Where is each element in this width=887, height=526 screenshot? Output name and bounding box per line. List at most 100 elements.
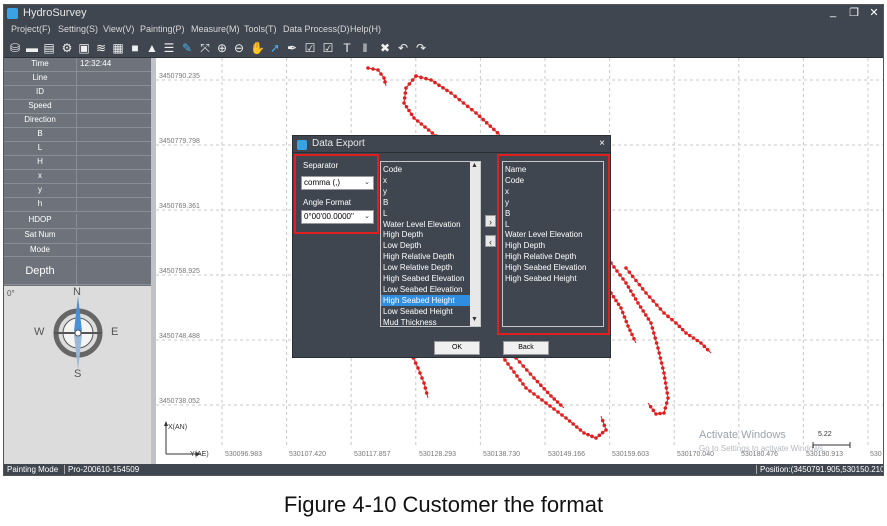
close-button[interactable]: ✕ xyxy=(866,6,882,19)
menu-view[interactable]: View(V) xyxy=(103,24,134,34)
available-field-item[interactable]: y xyxy=(383,186,387,197)
database-icon[interactable]: ▤ xyxy=(42,41,56,55)
available-field-item[interactable]: High Depth xyxy=(383,229,423,240)
menu-data-process[interactable]: Data Process(D) xyxy=(283,24,350,34)
field-value xyxy=(76,184,151,197)
usb-icon[interactable]: ⛁ xyxy=(8,41,22,55)
wave-icon[interactable]: ≋ xyxy=(94,41,108,55)
delete-icon[interactable]: ✖ xyxy=(378,41,392,55)
redo-icon[interactable]: ↷ xyxy=(414,41,428,55)
measure-icon[interactable]: ✒ xyxy=(285,41,299,55)
menu-project[interactable]: Project(F) xyxy=(11,24,51,34)
scroll-up-icon[interactable]: ▲ xyxy=(471,162,478,169)
available-field-item[interactable]: x xyxy=(383,175,387,186)
ship-icon[interactable]: ▲ xyxy=(145,41,159,55)
edit-icon[interactable]: ✎ xyxy=(180,41,194,55)
y-tick: 3450758.925 xyxy=(159,268,200,275)
available-field-item[interactable]: Code xyxy=(383,164,402,175)
menu-setting[interactable]: Setting(S) xyxy=(58,24,98,34)
compass-west: W xyxy=(34,326,45,338)
x-tick: 530159.603 xyxy=(612,451,649,458)
restore-button[interactable]: ❐ xyxy=(846,6,862,19)
available-field-item[interactable]: High Seabed Elevation xyxy=(383,273,464,284)
chart-icon[interactable]: ▣ xyxy=(77,41,91,55)
back-button[interactable]: Back xyxy=(503,341,549,355)
pointer-icon[interactable]: ➚ xyxy=(268,41,282,55)
available-field-item[interactable]: Water Level Elevation xyxy=(383,219,461,230)
checklist-icon[interactable]: ☑ xyxy=(321,41,335,55)
compass-north: N xyxy=(73,286,81,298)
field-label: B xyxy=(37,129,43,138)
x-tick: 530149.166 xyxy=(548,451,585,458)
available-field-item[interactable]: Low Relative Depth xyxy=(383,262,452,273)
available-field-item[interactable]: L xyxy=(383,208,387,219)
barcode-icon[interactable]: ‖ xyxy=(358,41,372,55)
y-tick: 3450779.798 xyxy=(159,138,200,145)
text-icon[interactable]: T xyxy=(340,41,354,55)
depth-label: Depth xyxy=(25,265,55,277)
menu-help[interactable]: Help(H) xyxy=(350,24,381,34)
available-field-item[interactable]: Low Seabed Elevation xyxy=(383,284,463,295)
available-field-item[interactable]: High Seabed Height xyxy=(381,294,473,306)
folder-open-icon[interactable]: ▬ xyxy=(25,41,39,55)
zoom-out-icon[interactable]: ⊖ xyxy=(232,41,246,55)
available-field-item[interactable]: Mud Thickness xyxy=(383,317,437,326)
field-row-speed: Speed xyxy=(4,100,151,114)
field-label: HDOP xyxy=(28,215,52,224)
x-tick: 530096.983 xyxy=(225,451,262,458)
compass-east: E xyxy=(111,326,119,338)
info-sidebar: Time 12:32:44 Line ID Speed Direction B L… xyxy=(4,58,151,464)
x-tick: 530138.730 xyxy=(483,451,520,458)
available-field-item[interactable]: High Relative Depth xyxy=(383,251,454,262)
available-field-item[interactable]: B xyxy=(383,197,388,208)
field-row-sat-num: Sat Num xyxy=(4,229,151,244)
dialog-close-button[interactable]: × xyxy=(599,138,605,149)
zoom-in-icon[interactable]: ⊕ xyxy=(215,41,229,55)
fit-extent-icon[interactable]: ⤧ xyxy=(198,41,212,55)
field-row-x: x xyxy=(4,170,151,184)
available-field-item[interactable]: Low Seabed Height xyxy=(383,306,453,317)
field-value xyxy=(76,128,151,141)
list-icon[interactable]: ☰ xyxy=(162,41,176,55)
scroll-down-icon[interactable]: ▼ xyxy=(471,316,478,323)
camera-icon[interactable]: ■ xyxy=(128,41,142,55)
add-field-button[interactable]: › xyxy=(485,215,496,227)
status-bar: Painting Mode Pro-200610-154509 Position… xyxy=(4,464,883,475)
status-project: Pro-200610-154509 xyxy=(64,465,139,474)
menu-measure[interactable]: Measure(M) xyxy=(191,24,240,34)
field-label: L xyxy=(37,143,43,152)
field-row-b: B xyxy=(4,128,151,142)
field-row-mode: Mode xyxy=(4,244,151,257)
menu-painting[interactable]: Painting(P) xyxy=(140,24,185,34)
data-export-dialog: Data Export × Separator comma (,) ⌄ Angl… xyxy=(292,135,611,358)
available-fields-list[interactable]: Code x y B L Water Level Elevation High Depth L… xyxy=(380,161,481,327)
available-field-item[interactable]: Low Depth xyxy=(383,240,421,251)
pan-hand-icon[interactable]: ✋ xyxy=(250,41,265,55)
status-mode: Painting Mode xyxy=(7,465,59,474)
toolbar: ⛁ ▬ ▤ ⚙ ▣ ≋ ▦ ■ ▲ ☰ ✎ ⤧ ⊕ ⊖ ✋ ➚ ✒ ☑ ☑ T … xyxy=(4,38,883,58)
menu-tools[interactable]: Tools(T) xyxy=(244,24,277,34)
gear-icon[interactable]: ⚙ xyxy=(60,41,74,55)
y-tick: 3450790.235 xyxy=(159,73,200,80)
ok-button[interactable]: OK xyxy=(434,341,480,355)
compass-panel: 0° N S E W xyxy=(4,286,151,464)
axis-x-label: Y(AE) xyxy=(190,451,209,458)
field-label: x xyxy=(38,171,42,180)
document-icon[interactable]: ▦ xyxy=(111,41,125,55)
field-label: Line xyxy=(32,73,48,82)
edit-note-icon[interactable]: ☑ xyxy=(303,41,317,55)
field-label: Mode xyxy=(29,245,50,254)
field-label: Time xyxy=(31,59,49,68)
x-tick: 530107.420 xyxy=(289,451,326,458)
field-value xyxy=(76,229,151,242)
field-value xyxy=(76,100,151,113)
undo-icon[interactable]: ↶ xyxy=(396,41,410,55)
depth-row: Depth xyxy=(4,257,151,285)
remove-field-button[interactable]: ‹ xyxy=(485,235,496,247)
compass-south: S xyxy=(74,368,82,380)
minimize-button[interactable]: _ xyxy=(825,6,841,18)
dialog-title-bar: Data Export × xyxy=(293,136,610,153)
list-scrollbar[interactable]: ▲ ▼ xyxy=(470,162,480,326)
title-bar: HydroSurvey _ ❐ ✕ xyxy=(4,5,883,22)
y-tick: 3450748.488 xyxy=(159,333,200,340)
